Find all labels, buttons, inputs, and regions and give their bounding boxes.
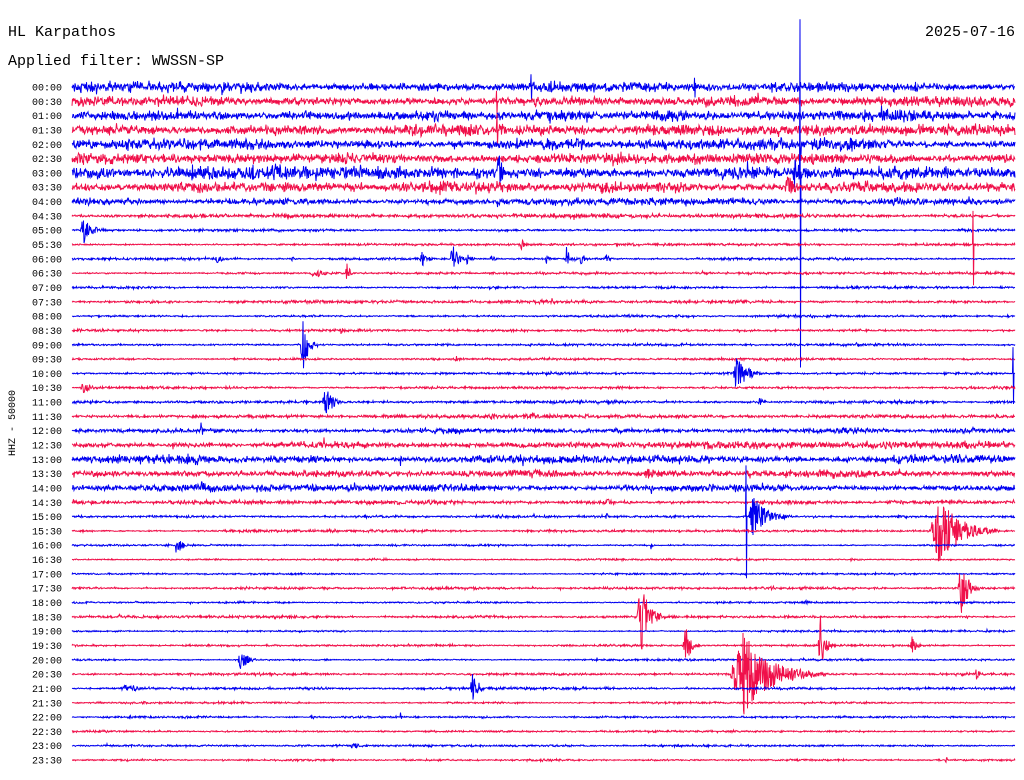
time-label-09-00: 09:00	[32, 341, 62, 352]
time-label-17-30: 17:30	[32, 585, 62, 596]
time-label-18-00: 18:00	[32, 599, 62, 610]
time-label-13-30: 13:30	[32, 470, 62, 481]
time-label-16-30: 16:30	[32, 556, 62, 567]
time-label-04-30: 04:30	[32, 212, 62, 223]
time-label-22-00: 22:00	[32, 714, 62, 725]
time-label-10-30: 10:30	[32, 384, 62, 395]
time-label-13-00: 13:00	[32, 456, 62, 467]
time-label-05-00: 05:00	[32, 227, 62, 238]
time-label-01-00: 01:00	[32, 112, 62, 123]
time-label-00-00: 00:00	[32, 84, 62, 95]
time-label-12-00: 12:00	[32, 427, 62, 438]
time-label-20-00: 20:00	[32, 656, 62, 667]
time-label-01-30: 01:30	[32, 127, 62, 138]
time-label-23-00: 23:00	[32, 742, 62, 753]
time-label-15-00: 15:00	[32, 513, 62, 524]
time-label-21-00: 21:00	[32, 685, 62, 696]
time-label-03-00: 03:00	[32, 169, 62, 180]
time-label-03-30: 03:30	[32, 184, 62, 195]
time-label-11-30: 11:30	[32, 413, 62, 424]
time-label-11-00: 11:00	[32, 399, 62, 410]
time-label-19-00: 19:00	[32, 628, 62, 639]
time-label-14-30: 14:30	[32, 499, 62, 510]
time-label-02-00: 02:00	[32, 141, 62, 152]
time-label-00-30: 00:30	[32, 98, 62, 109]
time-label-12-30: 12:30	[32, 442, 62, 453]
time-label-19-30: 19:30	[32, 642, 62, 653]
y-axis-label: HHZ - 50000	[8, 390, 19, 456]
time-label-21-30: 21:30	[32, 699, 62, 710]
time-label-06-00: 06:00	[32, 255, 62, 266]
time-label-23-30: 23:30	[32, 757, 62, 768]
time-label-16-00: 16:00	[32, 542, 62, 553]
time-label-22-30: 22:30	[32, 728, 62, 739]
time-label-09-30: 09:30	[32, 356, 62, 367]
time-label-14-00: 14:00	[32, 485, 62, 496]
helicorder-plot: HL Karpathos 2025-07-16 Applied filter: …	[0, 0, 1024, 780]
time-label-08-00: 08:00	[32, 313, 62, 324]
time-label-04-00: 04:00	[32, 198, 62, 209]
time-label-06-30: 06:30	[32, 270, 62, 281]
time-label-20-30: 20:30	[32, 671, 62, 682]
time-label-10-00: 10:00	[32, 370, 62, 381]
filter-label: Applied filter: WWSSN-SP	[8, 53, 224, 70]
time-label-18-30: 18:30	[32, 613, 62, 624]
time-label-15-30: 15:30	[32, 527, 62, 538]
date-label: 2025-07-16	[925, 24, 1015, 41]
time-label-07-30: 07:30	[32, 298, 62, 309]
station-title: HL Karpathos	[8, 24, 116, 41]
time-label-02-30: 02:30	[32, 155, 62, 166]
time-label-17-00: 17:00	[32, 570, 62, 581]
time-label-07-00: 07:00	[32, 284, 62, 295]
time-label-08-30: 08:30	[32, 327, 62, 338]
time-label-05-30: 05:30	[32, 241, 62, 252]
